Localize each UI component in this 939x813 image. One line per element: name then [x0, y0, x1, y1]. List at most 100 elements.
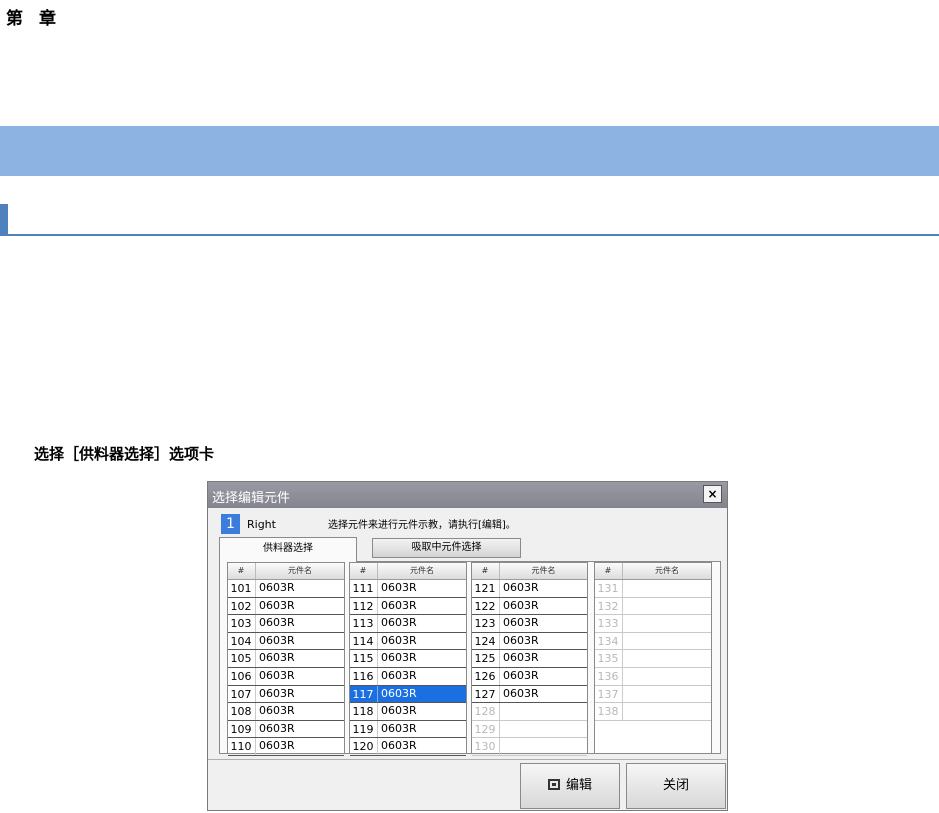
column-header-component-name: 元件名 [499, 563, 587, 579]
footer-divider [208, 759, 727, 760]
table-row[interactable]: 138 [595, 703, 711, 721]
column-header-component-name: 元件名 [377, 563, 466, 579]
table-row[interactable]: 108 0603R [228, 703, 344, 721]
table-row[interactable]: 134 [595, 632, 711, 651]
section-rule [0, 234, 939, 236]
component-name [622, 650, 711, 667]
feeder-number: 137 [597, 687, 619, 701]
table-row[interactable]: 112 0603R [350, 597, 466, 616]
table-row[interactable]: 133 [595, 615, 711, 633]
component-name: 0603R [499, 580, 587, 597]
component-name [499, 720, 587, 738]
component-grid-4: # 元件名 131 132 133 134 135 136 137 138 [594, 562, 712, 754]
component-grid-1: # 元件名 101 0603R 102 0603R 103 0603R 104 0603R 105 0… [227, 562, 345, 756]
dialog-titlebar: 选择编辑元件 × [208, 482, 727, 508]
table-row[interactable]: 123 0603R [472, 615, 587, 633]
feeder-number: 126 [474, 669, 496, 683]
feeder-number: 120 [352, 740, 374, 754]
table-row[interactable]: 126 0603R [472, 667, 587, 686]
column-header-number: # [604, 566, 612, 575]
chapter-char-2: 章 [39, 9, 58, 29]
table-row[interactable]: 124 0603R [472, 632, 587, 651]
close-icon[interactable]: × [703, 485, 722, 503]
table-row[interactable]: 120 0603R [350, 738, 466, 756]
table-row[interactable]: 118 0603R [350, 703, 466, 721]
feeder-number: 121 [474, 582, 496, 595]
table-row[interactable]: 105 0603R [228, 650, 344, 668]
feeder-number: 112 [352, 599, 374, 613]
feeder-number: 135 [597, 652, 619, 666]
component-name: 0603R [255, 703, 344, 720]
feeder-number: 114 [352, 634, 374, 648]
table-row[interactable]: 131 [595, 580, 711, 598]
table-row[interactable]: 135 [595, 650, 711, 668]
component-name [499, 703, 587, 720]
table-row[interactable]: 115 0603R [350, 650, 466, 668]
table-row[interactable]: 132 [595, 597, 711, 616]
head-label: Right [247, 518, 276, 531]
component-name: 0603R [499, 650, 587, 667]
component-name: 0603R [499, 632, 587, 650]
table-row[interactable]: 136 [595, 667, 711, 686]
feeder-number: 101 [230, 582, 252, 595]
table-row[interactable]: 110 0603R [228, 738, 344, 756]
component-name: 0603R [377, 650, 466, 667]
section-marker [0, 204, 8, 235]
table-row[interactable]: 119 0603R [350, 720, 466, 739]
feeder-number: 118 [352, 705, 374, 719]
table-row[interactable]: 121 0603R [472, 580, 587, 598]
feeder-number: 127 [474, 687, 496, 701]
table-row[interactable]: 116 0603R [350, 667, 466, 686]
feeder-number: 102 [230, 599, 252, 613]
table-row[interactable]: 109 0603R [228, 720, 344, 739]
component-name: 0603R [377, 720, 466, 738]
feeder-number: 107 [230, 687, 252, 701]
grid-header: # 元件名 [595, 563, 711, 580]
component-name [622, 703, 711, 720]
feeder-number: 110 [230, 740, 252, 754]
tab-picked-component-select[interactable]: 吸取中元件选择 [372, 538, 521, 558]
feeder-number: 128 [474, 705, 496, 719]
close-button[interactable]: 关闭 [626, 763, 726, 809]
table-row[interactable]: 102 0603R [228, 597, 344, 616]
feeder-number: 116 [352, 669, 374, 683]
component-name: 0603R [377, 703, 466, 720]
component-name [499, 738, 587, 755]
feeder-number: 134 [597, 634, 619, 648]
table-row[interactable]: 125 0603R [472, 650, 587, 668]
table-row[interactable]: 127 0603R [472, 685, 587, 704]
chapter-char-1: 第 [6, 9, 25, 29]
component-name: 0603R [255, 597, 344, 615]
feeder-number: 138 [597, 705, 619, 719]
component-name: 0603R [377, 597, 466, 615]
component-name: 0603R [255, 738, 344, 755]
column-header-component-name: 元件名 [255, 563, 344, 579]
edit-button[interactable]: 编辑 [520, 763, 620, 809]
table-row[interactable]: 117 0603R [350, 685, 466, 704]
feeder-number: 117 [352, 687, 374, 701]
table-row[interactable]: 130 [472, 738, 587, 756]
table-row[interactable]: 104 0603R [228, 632, 344, 651]
table-row[interactable]: 137 [595, 685, 711, 704]
tab-feeder-select[interactable]: 供料器选择 [219, 537, 357, 562]
table-row[interactable]: 128 [472, 703, 587, 721]
table-row[interactable]: 122 0603R [472, 597, 587, 616]
table-row[interactable]: 111 0603R [350, 580, 466, 598]
table-row[interactable]: 106 0603R [228, 667, 344, 686]
grid-header: # 元件名 [350, 563, 466, 580]
table-row[interactable]: 113 0603R [350, 615, 466, 633]
table-row[interactable]: 101 0603R [228, 580, 344, 598]
feeder-number: 108 [230, 705, 252, 719]
table-row[interactable]: 114 0603R [350, 632, 466, 651]
table-row[interactable]: 129 [472, 720, 587, 739]
column-header-component-name: 元件名 [622, 563, 711, 579]
component-name: 0603R [377, 685, 466, 703]
component-name: 0603R [377, 738, 466, 755]
component-name: 0603R [255, 650, 344, 667]
feeder-number: 109 [230, 722, 252, 736]
component-name [622, 685, 711, 703]
component-name [622, 632, 711, 650]
edit-icon [547, 779, 560, 790]
table-row[interactable]: 107 0603R [228, 685, 344, 704]
table-row[interactable]: 103 0603R [228, 615, 344, 633]
